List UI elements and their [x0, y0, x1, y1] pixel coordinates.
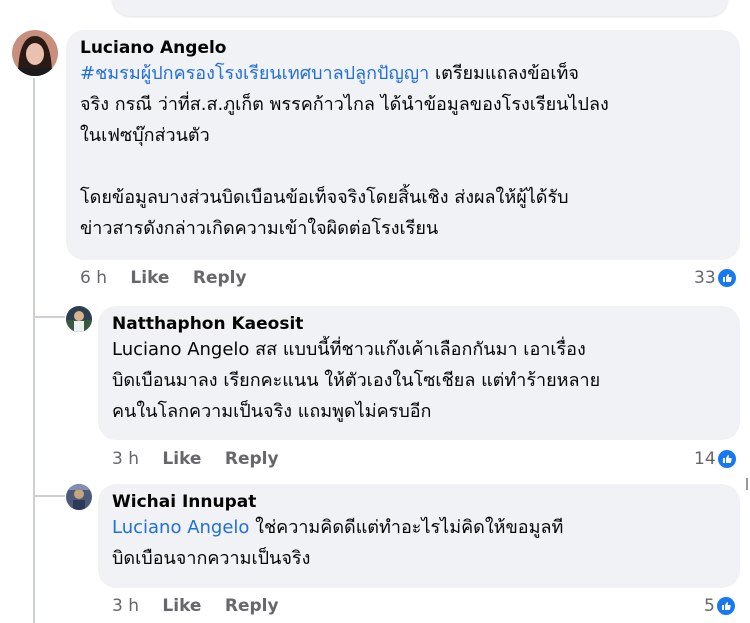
reaction-number: 5: [704, 596, 715, 616]
comment-text-line: ในเฟซบุ๊กส่วนตัว: [80, 125, 210, 146]
reaction-number: 33: [694, 268, 716, 288]
like-reaction-icon: [717, 269, 736, 287]
like-reaction-icon: [717, 450, 736, 468]
comment-text-line: ใช่ความคิดดีแต่ทำอะไรไม่คิดให้ขอมูลที: [249, 517, 564, 538]
comment-text-line: โดยข้อมูลบางส่วนบิดเบือนข้อเท็จจริงโดยสิ…: [80, 187, 569, 208]
like-button[interactable]: Like: [162, 449, 201, 469]
comment-time[interactable]: 6 h: [80, 268, 107, 288]
comment-text-line: เตรียมแถลงข้อเท็จ: [429, 63, 579, 84]
avatar-luciano-icon: [12, 30, 58, 76]
comment-text-line: บิดเบือนจากความเป็นจริง: [112, 548, 311, 569]
comment-text-line: จริง กรณี ว่าที่ส.ส.ภูเก็ต พรรคก้าวไกล ไ…: [80, 94, 609, 115]
like-reaction-icon: [716, 597, 735, 615]
comment-author[interactable]: Natthaphon Kaeosit: [112, 314, 726, 334]
comment-actions: 3 h Like Reply: [112, 449, 297, 469]
comment-actions: 3 h Like Reply: [112, 596, 297, 616]
comment-actions: 6 h Like Reply: [80, 268, 265, 288]
comment-text: Luciano Angelo สส แบบนี้ที่ชาวแก๊งเค้าเล…: [112, 334, 726, 427]
reply-bubble: Wichai Innupat Luciano Angelo ใช่ความคิด…: [98, 484, 740, 588]
comment-author[interactable]: Wichai Innupat: [112, 492, 726, 512]
comment-text-line: ข่าวสารดังกล่าวเกิดความเข้าใจผิดต่อโรงเร…: [80, 218, 439, 239]
reply-bubble: Natthaphon Kaeosit Luciano Angelo สส แบบ…: [98, 306, 740, 440]
comment-time[interactable]: 3 h: [112, 449, 139, 469]
reaction-number: 14: [694, 449, 716, 469]
reply-button[interactable]: Reply: [225, 596, 279, 616]
comment-bubble: Luciano Angelo #ชมรมผู้ปกครองโรงเรียนเทศ…: [66, 30, 740, 260]
comment-text-line: บิดเบือนมาลง เรียกคะแนน ให้ตัวเองในโซเชี…: [112, 370, 601, 391]
avatar[interactable]: [66, 484, 92, 510]
mention-name[interactable]: Luciano Angelo: [112, 339, 249, 360]
reaction-count[interactable]: 33: [694, 268, 736, 288]
thread-line: [33, 78, 35, 623]
like-button[interactable]: Like: [130, 268, 169, 288]
like-button[interactable]: Like: [162, 596, 201, 616]
reply-button[interactable]: Reply: [193, 268, 247, 288]
avatar[interactable]: [12, 30, 58, 76]
avatar[interactable]: [66, 306, 92, 332]
comment-time[interactable]: 3 h: [112, 596, 139, 616]
comment-text: Luciano Angelo ใช่ความคิดดีแต่ทำอะไรไม่ค…: [112, 512, 726, 574]
reply-connector: [35, 316, 65, 318]
reaction-count[interactable]: 14: [694, 449, 736, 469]
avatar-natthaphon-icon: [66, 306, 92, 332]
previous-comment-bubble: [112, 0, 728, 16]
avatar-wichai-icon: [66, 484, 92, 510]
hashtag-link[interactable]: #ชมรมผู้ปกครองโรงเรียนเทศบาลปลูกปัญญา: [80, 63, 429, 84]
reply-button[interactable]: Reply: [225, 449, 279, 469]
scrollbar-thumb[interactable]: [746, 478, 748, 490]
reply-connector: [35, 495, 65, 497]
comment-text-line: สส แบบนี้ที่ชาวแก๊งเค้าเลือกกันมา เอาเรื…: [249, 339, 586, 360]
comment-text: #ชมรมผู้ปกครองโรงเรียนเทศบาลปลูกปัญญา เต…: [80, 58, 726, 244]
comment-author[interactable]: Luciano Angelo: [80, 38, 726, 58]
mention-link[interactable]: Luciano Angelo: [112, 517, 249, 538]
comment-text-line: คนในโลกความเป็นจริง แถมพูดไม่ครบอีก: [112, 401, 432, 422]
reaction-count[interactable]: 5: [704, 596, 735, 616]
